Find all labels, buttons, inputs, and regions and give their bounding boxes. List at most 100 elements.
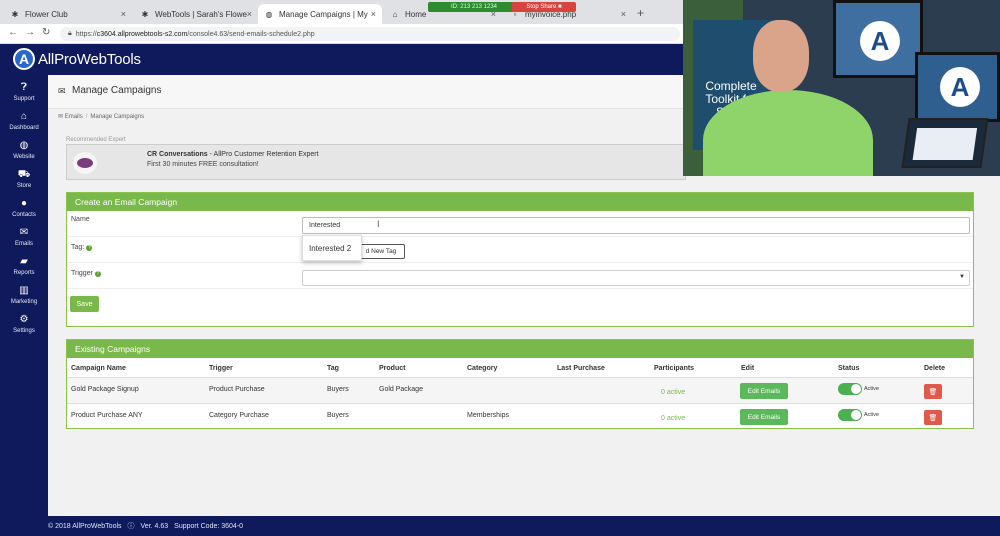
url-input[interactable]: 🔒︎ https://c3604.allprowebtools-s2.com/c… [60, 27, 680, 41]
column-header: Product [379, 365, 406, 372]
sidebar-item-label: Store [16, 183, 32, 189]
close-icon[interactable]: × [371, 9, 376, 19]
expert-offer: First 30 minutes FREE consultation! [147, 161, 259, 168]
globe-icon: ◍ [19, 140, 29, 151]
sidebar-item-label: Marketing [10, 299, 38, 305]
tag-label: Tag: [71, 244, 85, 251]
name-label: Name [71, 216, 90, 223]
status-text: Active [864, 386, 879, 392]
browser-tab[interactable]: ✱ Flower Club × [4, 4, 132, 24]
tab-label: Flower Club [25, 9, 68, 19]
sidebar-item-label: Reports [13, 270, 35, 276]
sidebar-item-label: Dashboard [9, 125, 39, 131]
close-icon[interactable]: × [247, 9, 252, 19]
column-header: Campaign Name [71, 365, 126, 372]
url-host: c3604.allprowebtools-s2.com [96, 30, 188, 38]
browser-tab-active[interactable]: ◍ Manage Campaigns | My × [258, 4, 382, 24]
screen-share-id: ID: 213 213 1234 [428, 2, 520, 12]
sidebar-item-label: Contacts [12, 212, 36, 218]
cart-icon: ⛟ [17, 169, 31, 180]
logo-text: AllProWebTools [38, 50, 141, 68]
add-new-tag-button[interactable]: d New Tag [357, 244, 405, 259]
close-icon[interactable]: × [121, 9, 126, 19]
sidebar-item-reports[interactable]: ▰ Reports [0, 256, 48, 282]
trigger-label-wrap: Trigger? [71, 270, 101, 277]
tab-label: Manage Campaigns | My [279, 9, 368, 19]
delete-button[interactable]: 🗑︎ [924, 384, 942, 399]
trigger-cell: Product Purchase [209, 386, 265, 393]
webcam-overlay: Complete Toolkit for Small Busin A A [683, 0, 1000, 176]
sidebar-item-settings[interactable]: ⚙ Settings [0, 314, 48, 340]
table-row: Product Purchase ANY Category Purchase B… [67, 403, 973, 429]
url-path: /console4.63/send-emails-schedule2.php [187, 30, 315, 38]
campaign-name-cell: Gold Package Signup [71, 386, 139, 393]
logo-a-icon: A [13, 48, 35, 70]
bar-chart-icon: ▥ [19, 285, 29, 296]
lock-icon: 🔒︎ [68, 30, 72, 37]
home-icon: ⌂ [20, 111, 28, 122]
trigger-select[interactable]: ▼ [302, 270, 970, 286]
edit-emails-button[interactable]: Edit Emails [740, 383, 788, 399]
expert-name: CR Conversations [147, 151, 208, 158]
breadcrumb: ✉ Emails / Manage Campaigns [58, 113, 144, 120]
text-cursor-icon: I [377, 219, 380, 229]
tab-label: Home [405, 9, 427, 19]
participants-cell[interactable]: 0 active [661, 389, 685, 396]
breadcrumb-item-current: Manage Campaigns [90, 114, 145, 120]
campaign-name-input[interactable] [302, 217, 970, 234]
expert-logo [73, 152, 97, 174]
close-icon[interactable]: × [621, 9, 626, 19]
status-toggle[interactable] [838, 409, 862, 421]
save-button[interactable]: Save [70, 296, 99, 312]
sidebar-item-label: Emails [14, 241, 33, 247]
recommended-expert-label: Recommended Expert [66, 137, 126, 143]
status-toggle[interactable] [838, 383, 862, 395]
sidebar-item-label: Support [13, 96, 35, 102]
column-header: Tag [327, 365, 339, 372]
sidebar-item-website[interactable]: ◍ Website [0, 140, 48, 166]
recommended-expert-banner[interactable]: CR Conversations - AllPro Customer Reten… [66, 144, 686, 180]
sidebar-item-store[interactable]: ⛟ Store [0, 169, 48, 195]
footer: © 2018 AllProWebTools ⓘ Ver. 4.63 Suppor… [0, 516, 1000, 536]
back-arrow-icon[interactable]: ← [8, 27, 18, 38]
sidebar-item-emails[interactable]: ✉ Emails [0, 227, 48, 253]
column-header: Delete [924, 365, 946, 372]
sidebar-item-label: Website [13, 154, 35, 160]
category-cell: Memberships [467, 412, 510, 419]
tag-row: Tag:? [67, 237, 973, 263]
sidebar-item-marketing[interactable]: ▥ Marketing [0, 285, 48, 311]
autocomplete-option[interactable]: Interested 2 [302, 235, 362, 261]
footer-version: Ver. 4.63 [140, 522, 169, 530]
reload-icon[interactable]: ↻ [42, 27, 50, 38]
breadcrumb-separator: / [85, 114, 88, 120]
breadcrumb-item-emails[interactable]: Emails [65, 114, 83, 120]
product-cell: Gold Package [379, 386, 423, 393]
laptop-screen [912, 128, 978, 160]
logo[interactable]: A AllProWebTools [13, 48, 141, 70]
webcam-laptop [901, 118, 989, 168]
column-header: Category [467, 365, 498, 372]
participants-cell[interactable]: 0 active [661, 415, 685, 422]
help-icon[interactable]: ? [94, 271, 101, 277]
page-title: Manage Campaigns [72, 85, 162, 96]
edit-emails-button[interactable]: Edit Emails [740, 409, 788, 425]
stop-share-button[interactable]: Stop Share ■ [512, 2, 576, 12]
forward-arrow-icon[interactable]: → [25, 27, 35, 38]
tag-cell: Buyers [327, 386, 349, 393]
delete-button[interactable]: 🗑︎ [924, 410, 942, 425]
sidebar-item-dashboard[interactable]: ⌂ Dashboard [0, 111, 48, 137]
presenter-shirt [703, 90, 873, 176]
help-icon[interactable]: ? [86, 245, 93, 251]
sidebar-item-support[interactable]: ❓︎ Support [0, 82, 48, 108]
column-header: Trigger [209, 365, 233, 372]
existing-campaigns-panel: Existing Campaigns Campaign Name Trigger… [66, 339, 974, 429]
envelope-icon: ✉ [58, 114, 64, 120]
logo-a-icon: A [940, 67, 980, 107]
new-tab-button[interactable]: + [637, 6, 644, 20]
folder-icon: ▰ [20, 256, 28, 267]
column-header: Status [838, 365, 860, 372]
sidebar-item-label: Settings [13, 328, 35, 334]
logo-a-icon: A [860, 21, 900, 61]
browser-tab[interactable]: ✱ WebTools | Sarah's Flowe × [134, 4, 258, 24]
sidebar-item-contacts[interactable]: ● Contacts [0, 198, 48, 224]
